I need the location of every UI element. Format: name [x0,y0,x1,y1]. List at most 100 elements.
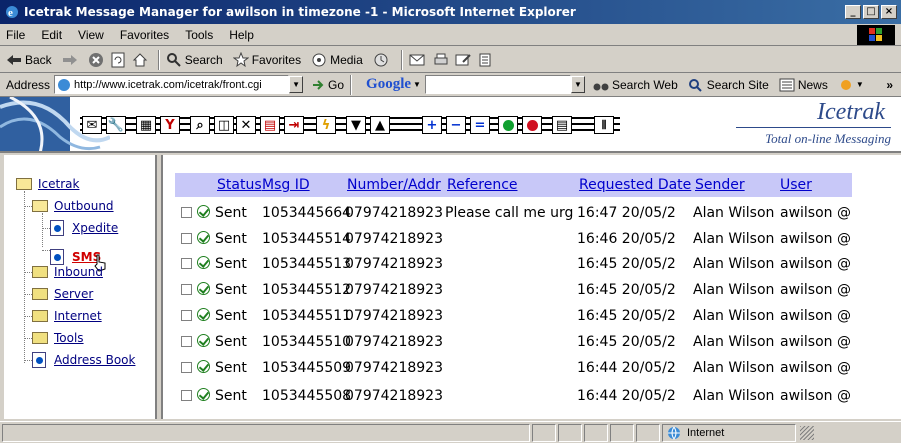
report-button[interactable]: ⫼ [594,116,614,134]
favorites-button[interactable]: Favorites [232,51,301,68]
requested-date-cell: 16:46 20/05/2 [577,231,676,247]
google-logo[interactable]: Google [366,76,411,93]
column-header-status[interactable]: Status [217,177,262,193]
notes-button[interactable]: ▤ [552,116,572,134]
move-up-button[interactable]: ▲ [370,116,390,134]
msg-id-cell: 1053445513 [262,256,352,272]
column-header-msg-id[interactable]: Msg ID [262,177,310,193]
row-select-checkbox[interactable] [181,258,192,269]
row-select-checkbox[interactable] [181,362,192,373]
filter-button[interactable]: Y [160,116,180,134]
tree-item-server[interactable]: Server [32,287,93,301]
address-dropdown-arrow[interactable]: ▼ [289,76,304,93]
address-label: Address [6,77,51,92]
search-site-button[interactable]: Search Site [688,78,769,92]
column-header-user[interactable]: User [780,177,812,193]
tree-item-tools[interactable]: Tools [32,331,84,345]
move-down-button[interactable]: ▼ [346,116,366,134]
tree-root-icetrak[interactable]: Icetrak [16,177,79,191]
go-button[interactable]: Go [311,78,344,92]
columns-button[interactable]: ◫ [214,116,234,134]
menu-edit[interactable]: Edit [41,28,62,42]
menu-view[interactable]: View [78,28,104,42]
options-icon[interactable] [838,78,854,92]
stop-button[interactable] [522,116,542,134]
row-select-checkbox[interactable] [181,207,192,218]
tree-item-address-book[interactable]: Address Book [32,352,135,368]
table-row[interactable]: Sent 1053445664 07974218923 Please call me … [163,202,883,226]
tree-item-internet[interactable]: Internet [32,309,102,323]
menu-help[interactable]: Help [229,28,254,42]
search-web-button[interactable]: Search Web [593,78,678,92]
toolbar-chevron-icon[interactable]: » [886,78,893,92]
zoom-out-button[interactable]: − [446,116,466,134]
delete-button[interactable]: ✕ [236,116,256,134]
export-button[interactable]: ⇥ [284,116,304,134]
refresh-icon[interactable] [110,52,126,68]
print-icon[interactable] [433,52,449,68]
discuss-icon[interactable] [477,52,493,68]
menu-tools[interactable]: Tools [185,28,213,42]
edit-icon[interactable] [455,52,471,68]
minimize-button[interactable]: _ [845,5,861,19]
google-dropdown-arrow[interactable]: ▼ [570,76,585,93]
google-search-input[interactable] [424,75,571,94]
row-select-checkbox[interactable] [181,233,192,244]
sender-cell: Alan Wilson [693,256,775,272]
search-button[interactable]: Search [166,52,223,68]
news-button[interactable]: News [779,78,828,92]
requested-date-cell: 16:45 20/05/2 [577,282,676,298]
folder-icon [32,266,48,278]
new-message-button[interactable]: ✉ [82,116,102,134]
menu-file[interactable]: File [6,28,25,42]
column-header-sender[interactable]: Sender [695,177,745,193]
row-select-checkbox[interactable] [181,390,192,401]
column-header-number[interactable]: Number/Addr [347,177,441,193]
table-row[interactable]: Sent 1053445510 07974218923 16:45 20/05/2 Al… [163,331,883,355]
msg-id-cell: 1053445509 [262,360,352,376]
close-button[interactable]: × [881,5,897,19]
user-cell: awilson @ [780,256,851,272]
mail-icon[interactable] [409,52,427,68]
start-button[interactable] [498,116,518,134]
user-cell: awilson @ [780,282,851,298]
table-row[interactable]: Sent 1053445509 07974218923 16:44 20/05/2 Al… [163,357,883,381]
tree-item-outbound[interactable]: Outbound [32,199,114,213]
table-row[interactable]: Sent 1053445512 07974218923 16:45 20/05/2 Al… [163,279,883,303]
forward-arrow-icon[interactable] [62,54,78,66]
status-text-panel [2,423,530,442]
row-select-checkbox[interactable] [181,310,192,321]
back-button[interactable]: Back [6,53,52,67]
reference-cell: Please call me urg [445,205,574,221]
column-header-requested-date[interactable]: Requested Date [579,177,691,193]
stop-list-button[interactable]: ▤ [260,116,280,134]
title-bar: e Icetrak Message Manager for awilson in… [0,0,901,24]
tree-item-xpedite[interactable]: Xpedite [50,220,118,236]
table-row[interactable]: Sent 1053445514 07974218923 16:46 20/05/2 Al… [163,228,883,252]
tree-item-inbound[interactable]: Inbound [32,265,103,279]
standard-toolbar: Back Search Favorites Media [0,47,901,73]
table-row[interactable]: Sent 1053445508 07974218923 16:44 20/05/2 Al… [163,385,883,409]
resize-grip-icon[interactable] [800,425,814,440]
home-icon[interactable] [132,52,148,68]
settings-wrench-button[interactable]: 🔧 [106,116,126,134]
table-row[interactable]: Sent 1053445511 07974218923 16:45 20/05/2 Al… [163,305,883,329]
quick-send-button[interactable]: ϟ [316,116,336,134]
status-cell: Sent [215,256,247,272]
zoom-reset-button[interactable]: = [470,116,490,134]
history-icon[interactable] [373,52,389,68]
address-input[interactable]: http://www.icetrak.com/icetrak/front.cgi [54,75,290,94]
media-button[interactable]: Media [311,52,363,68]
table-row[interactable]: Sent 1053445513 07974218923 16:45 20/05/2 Al… [163,253,883,277]
row-select-checkbox[interactable] [181,336,192,347]
maximize-button[interactable]: □ [863,5,879,19]
find-button[interactable]: ⌕ [190,116,210,134]
zoom-in-button[interactable]: + [422,116,442,134]
stop-icon[interactable] [88,52,104,68]
row-select-checkbox[interactable] [181,284,192,295]
ie-icon: e [6,6,18,19]
table-view-button[interactable]: ▦ [136,116,156,134]
menu-favorites[interactable]: Favorites [120,28,169,42]
column-header-reference[interactable]: Reference [447,177,518,193]
windows-logo [857,25,895,45]
